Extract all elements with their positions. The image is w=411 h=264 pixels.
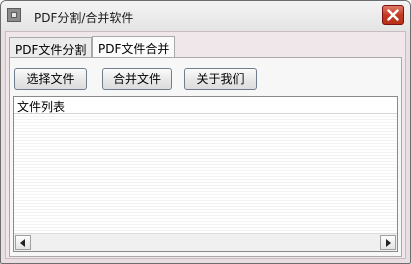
arrow-left-icon bbox=[20, 239, 25, 247]
merge-files-button[interactable]: 合并文件 bbox=[102, 68, 172, 90]
merge-panel: 选择文件 合并文件 关于我们 文件列表 bbox=[9, 57, 402, 257]
close-icon bbox=[387, 9, 399, 21]
horizontal-scrollbar[interactable] bbox=[14, 233, 397, 251]
arrow-right-icon bbox=[386, 239, 391, 247]
app-window: PDF分割/合并软件 PDF文件分割 PDF文件合并 选择文件 合并文件 关于我… bbox=[0, 0, 411, 264]
file-list-column-header: 文件列表 bbox=[17, 100, 66, 114]
about-us-button[interactable]: 关于我们 bbox=[184, 68, 257, 90]
file-list[interactable]: 文件列表 bbox=[13, 96, 398, 252]
select-files-button[interactable]: 选择文件 bbox=[14, 68, 87, 90]
window-title: PDF分割/合并软件 bbox=[34, 11, 134, 25]
scroll-left-button[interactable] bbox=[15, 235, 31, 250]
tab-pdf-merge[interactable]: PDF文件合并 bbox=[92, 36, 176, 58]
close-button[interactable] bbox=[382, 5, 404, 25]
file-list-header[interactable]: 文件列表 bbox=[14, 97, 397, 114]
window-content: PDF文件分割 PDF文件合并 选择文件 合并文件 关于我们 文件列表 bbox=[5, 31, 406, 259]
file-list-body[interactable] bbox=[14, 114, 397, 233]
title-bar[interactable]: PDF分割/合并软件 bbox=[1, 1, 410, 31]
scroll-right-button[interactable] bbox=[380, 235, 396, 250]
app-window-icon bbox=[7, 8, 21, 22]
tab-pdf-split[interactable]: PDF文件分割 bbox=[9, 37, 93, 57]
